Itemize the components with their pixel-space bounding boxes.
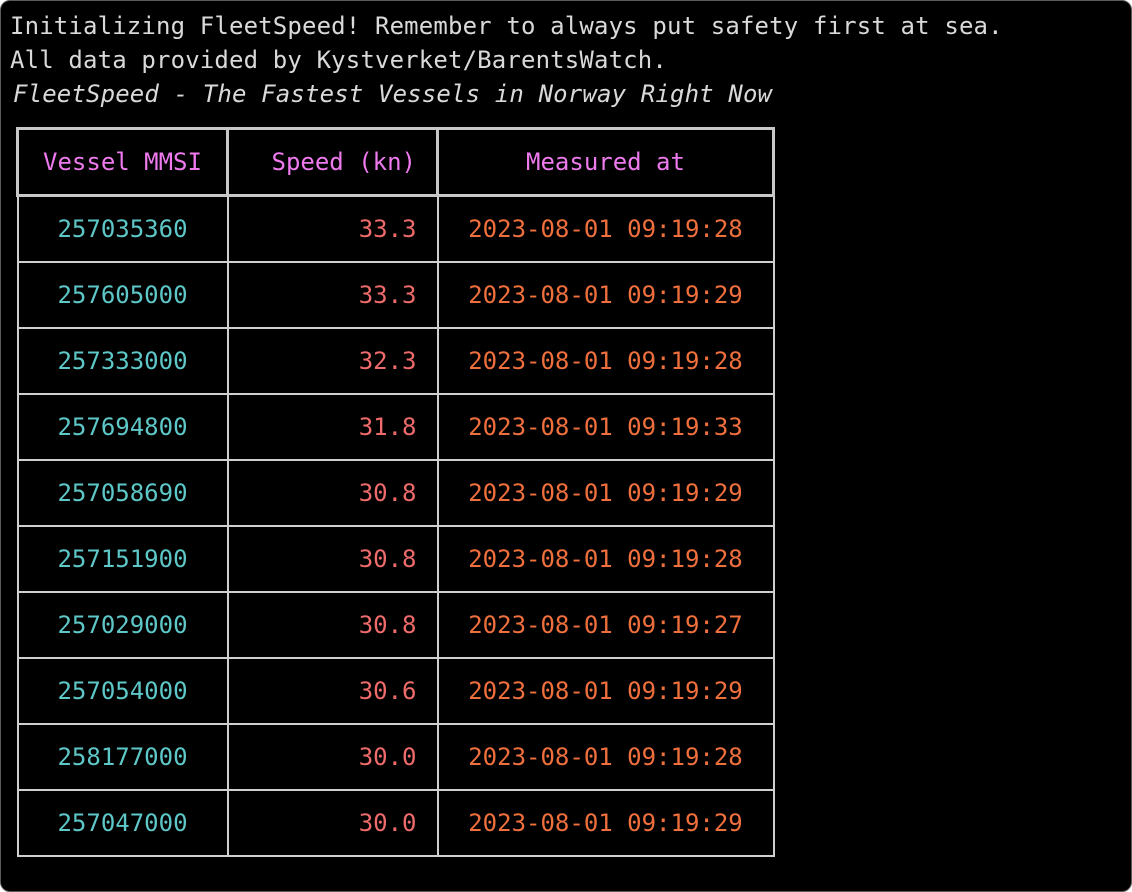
cell-speed: 30.0 <box>226 789 439 857</box>
cell-measured-at: 2023-08-01 09:19:28 <box>436 194 775 263</box>
cell-measured-at: 2023-08-01 09:19:27 <box>436 591 775 659</box>
table-row: 257605000 33.3 2023-08-01 09:19:29 <box>16 261 775 329</box>
init-message: Initializing FleetSpeed! Remember to alw… <box>10 12 1003 40</box>
data-source-message: All data provided by Kystverket/BarentsW… <box>10 46 667 74</box>
cell-mmsi: 257151900 <box>16 525 229 593</box>
cell-speed: 30.0 <box>226 723 439 791</box>
cell-speed: 32.3 <box>226 327 439 395</box>
cell-mmsi: 257333000 <box>16 327 229 395</box>
cell-mmsi: 257029000 <box>16 591 229 659</box>
column-header-measured-at: Measured at <box>436 127 775 197</box>
cell-measured-at: 2023-08-01 09:19:29 <box>436 657 775 725</box>
cell-mmsi: 257035360 <box>16 194 229 263</box>
cell-speed: 33.3 <box>226 261 439 329</box>
table-row: 257047000 30.0 2023-08-01 09:19:29 <box>16 789 775 857</box>
terminal-window: Initializing FleetSpeed! Remember to alw… <box>0 0 1132 892</box>
cell-mmsi: 257058690 <box>16 459 229 527</box>
column-header-speed: Speed (kn) <box>226 127 439 197</box>
vessel-speed-table: Vessel MMSI Speed (kn) Measured at 25703… <box>16 127 775 857</box>
cell-speed: 31.8 <box>226 393 439 461</box>
table-row: 257058690 30.8 2023-08-01 09:19:29 <box>16 459 775 527</box>
cell-speed: 30.8 <box>226 459 439 527</box>
column-header-mmsi: Vessel MMSI <box>16 127 229 197</box>
cell-speed: 30.6 <box>226 657 439 725</box>
cell-measured-at: 2023-08-01 09:19:29 <box>436 789 775 857</box>
table-row: 257694800 31.8 2023-08-01 09:19:33 <box>16 393 775 461</box>
table-row: 257029000 30.8 2023-08-01 09:19:27 <box>16 591 775 659</box>
cell-mmsi: 257054000 <box>16 657 229 725</box>
cell-speed: 30.8 <box>226 591 439 659</box>
cell-mmsi: 257047000 <box>16 789 229 857</box>
table-title: FleetSpeed - The Fastest Vessels in Norw… <box>13 80 773 108</box>
table-row: 257035360 33.3 2023-08-01 09:19:28 <box>16 194 775 263</box>
table-row: 257054000 30.6 2023-08-01 09:19:29 <box>16 657 775 725</box>
table-row: 258177000 30.0 2023-08-01 09:19:28 <box>16 723 775 791</box>
cell-mmsi: 258177000 <box>16 723 229 791</box>
table-header-row: Vessel MMSI Speed (kn) Measured at <box>16 127 775 197</box>
cell-speed: 30.8 <box>226 525 439 593</box>
cell-mmsi: 257605000 <box>16 261 229 329</box>
cell-mmsi: 257694800 <box>16 393 229 461</box>
table-row: 257151900 30.8 2023-08-01 09:19:28 <box>16 525 775 593</box>
cell-measured-at: 2023-08-01 09:19:28 <box>436 723 775 791</box>
table-row: 257333000 32.3 2023-08-01 09:19:28 <box>16 327 775 395</box>
cell-measured-at: 2023-08-01 09:19:29 <box>436 261 775 329</box>
cell-measured-at: 2023-08-01 09:19:33 <box>436 393 775 461</box>
cell-measured-at: 2023-08-01 09:19:28 <box>436 327 775 395</box>
cell-speed: 33.3 <box>226 194 439 263</box>
cell-measured-at: 2023-08-01 09:19:29 <box>436 459 775 527</box>
cell-measured-at: 2023-08-01 09:19:28 <box>436 525 775 593</box>
